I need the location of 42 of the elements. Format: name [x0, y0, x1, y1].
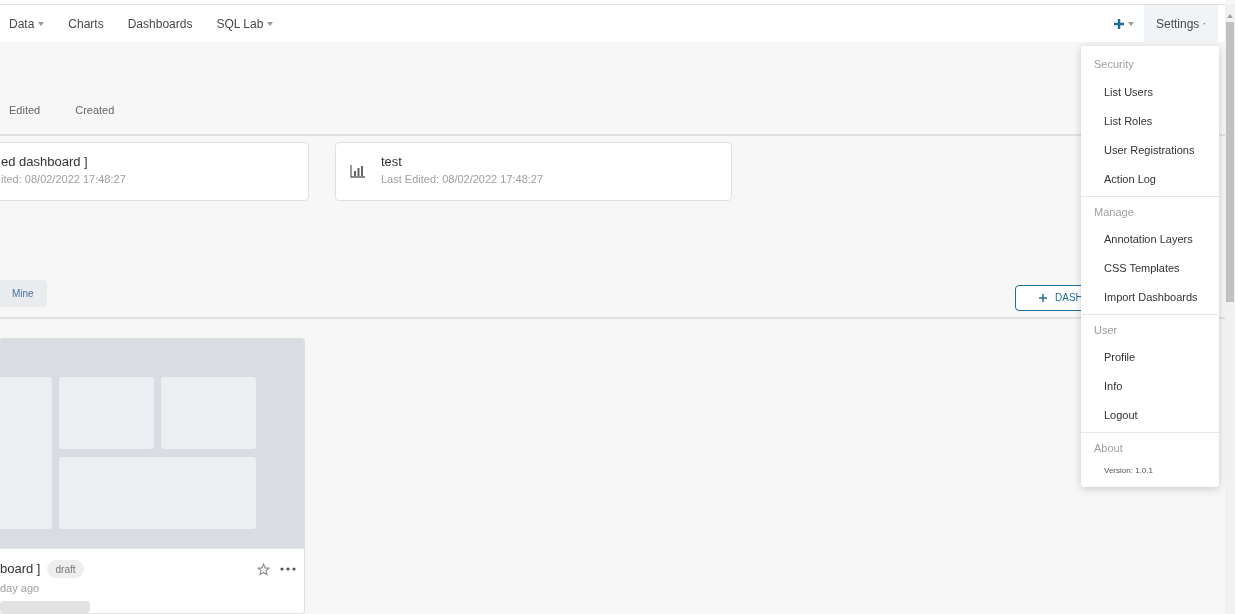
- dashboard-card[interactable]: board ] draft day ago: [0, 337, 305, 614]
- menu-item[interactable]: Logout: [1081, 401, 1219, 430]
- modified-time: day ago: [0, 580, 41, 596]
- plus-icon: [1114, 18, 1124, 29]
- item-title: ed dashboard ]: [1, 153, 89, 171]
- menu-item[interactable]: Action Log: [1081, 165, 1219, 194]
- menu-section-header: Security: [1093, 56, 1135, 72]
- nav-menu-item[interactable]: Dashboards: [118, 14, 208, 33]
- menu-item[interactable]: Info: [1081, 372, 1219, 401]
- menu-item[interactable]: Annotation Layers: [1081, 225, 1219, 254]
- scroll-up-arrow-icon[interactable]: [1227, 14, 1233, 18]
- menu-item[interactable]: CSS Templates: [1081, 254, 1219, 283]
- status-tag: draft: [47, 560, 84, 578]
- menu-item[interactable]: Profile: [1081, 343, 1219, 372]
- nav-menu-item[interactable]: SQL Lab: [207, 14, 289, 33]
- recent-item-card[interactable]: ed dashboard ] ited: 08/02/2022 17:48:27: [0, 141, 309, 201]
- caret-icon: [1128, 21, 1134, 26]
- item-title: test: [381, 153, 403, 171]
- star-icon[interactable]: [257, 562, 270, 576]
- recent-item-card[interactable]: test Last Edited: 08/02/2022 17:48:27: [335, 141, 732, 201]
- filter-tab[interactable]: Mine: [0, 279, 47, 307]
- menu-item[interactable]: List Users: [1081, 78, 1219, 107]
- menu-section-header: Manage: [1093, 204, 1135, 220]
- nav-menu-item[interactable]: Charts: [59, 14, 119, 33]
- recent-tab[interactable]: Edited: [0, 102, 67, 119]
- last-edited-text: Last Edited: 08/02/2022 17:48:27: [381, 172, 544, 188]
- caret-icon: [267, 21, 274, 26]
- menu-section-header: About: [1093, 440, 1124, 456]
- plus-icon: [1039, 293, 1047, 302]
- menu-section-header: User: [1093, 322, 1119, 338]
- scrollbar-thumb[interactable]: [1226, 22, 1234, 302]
- dashboard-title: board ]: [0, 560, 41, 579]
- recent-tab[interactable]: Created: [66, 102, 141, 119]
- version-text: Version: 1.0.1: [1103, 465, 1154, 477]
- menu-item[interactable]: User Registrations: [1081, 136, 1219, 165]
- more-options-icon[interactable]: [280, 567, 296, 571]
- nav-menu-item[interactable]: Data: [0, 14, 60, 33]
- last-edited-text: ited: 08/02/2022 17:48:27: [1, 172, 126, 188]
- menu-item[interactable]: List Roles: [1081, 107, 1219, 136]
- caret-icon: [38, 21, 45, 26]
- bar-chart-icon: [350, 164, 366, 179]
- settings-menu-button[interactable]: Settings: [1144, 4, 1218, 43]
